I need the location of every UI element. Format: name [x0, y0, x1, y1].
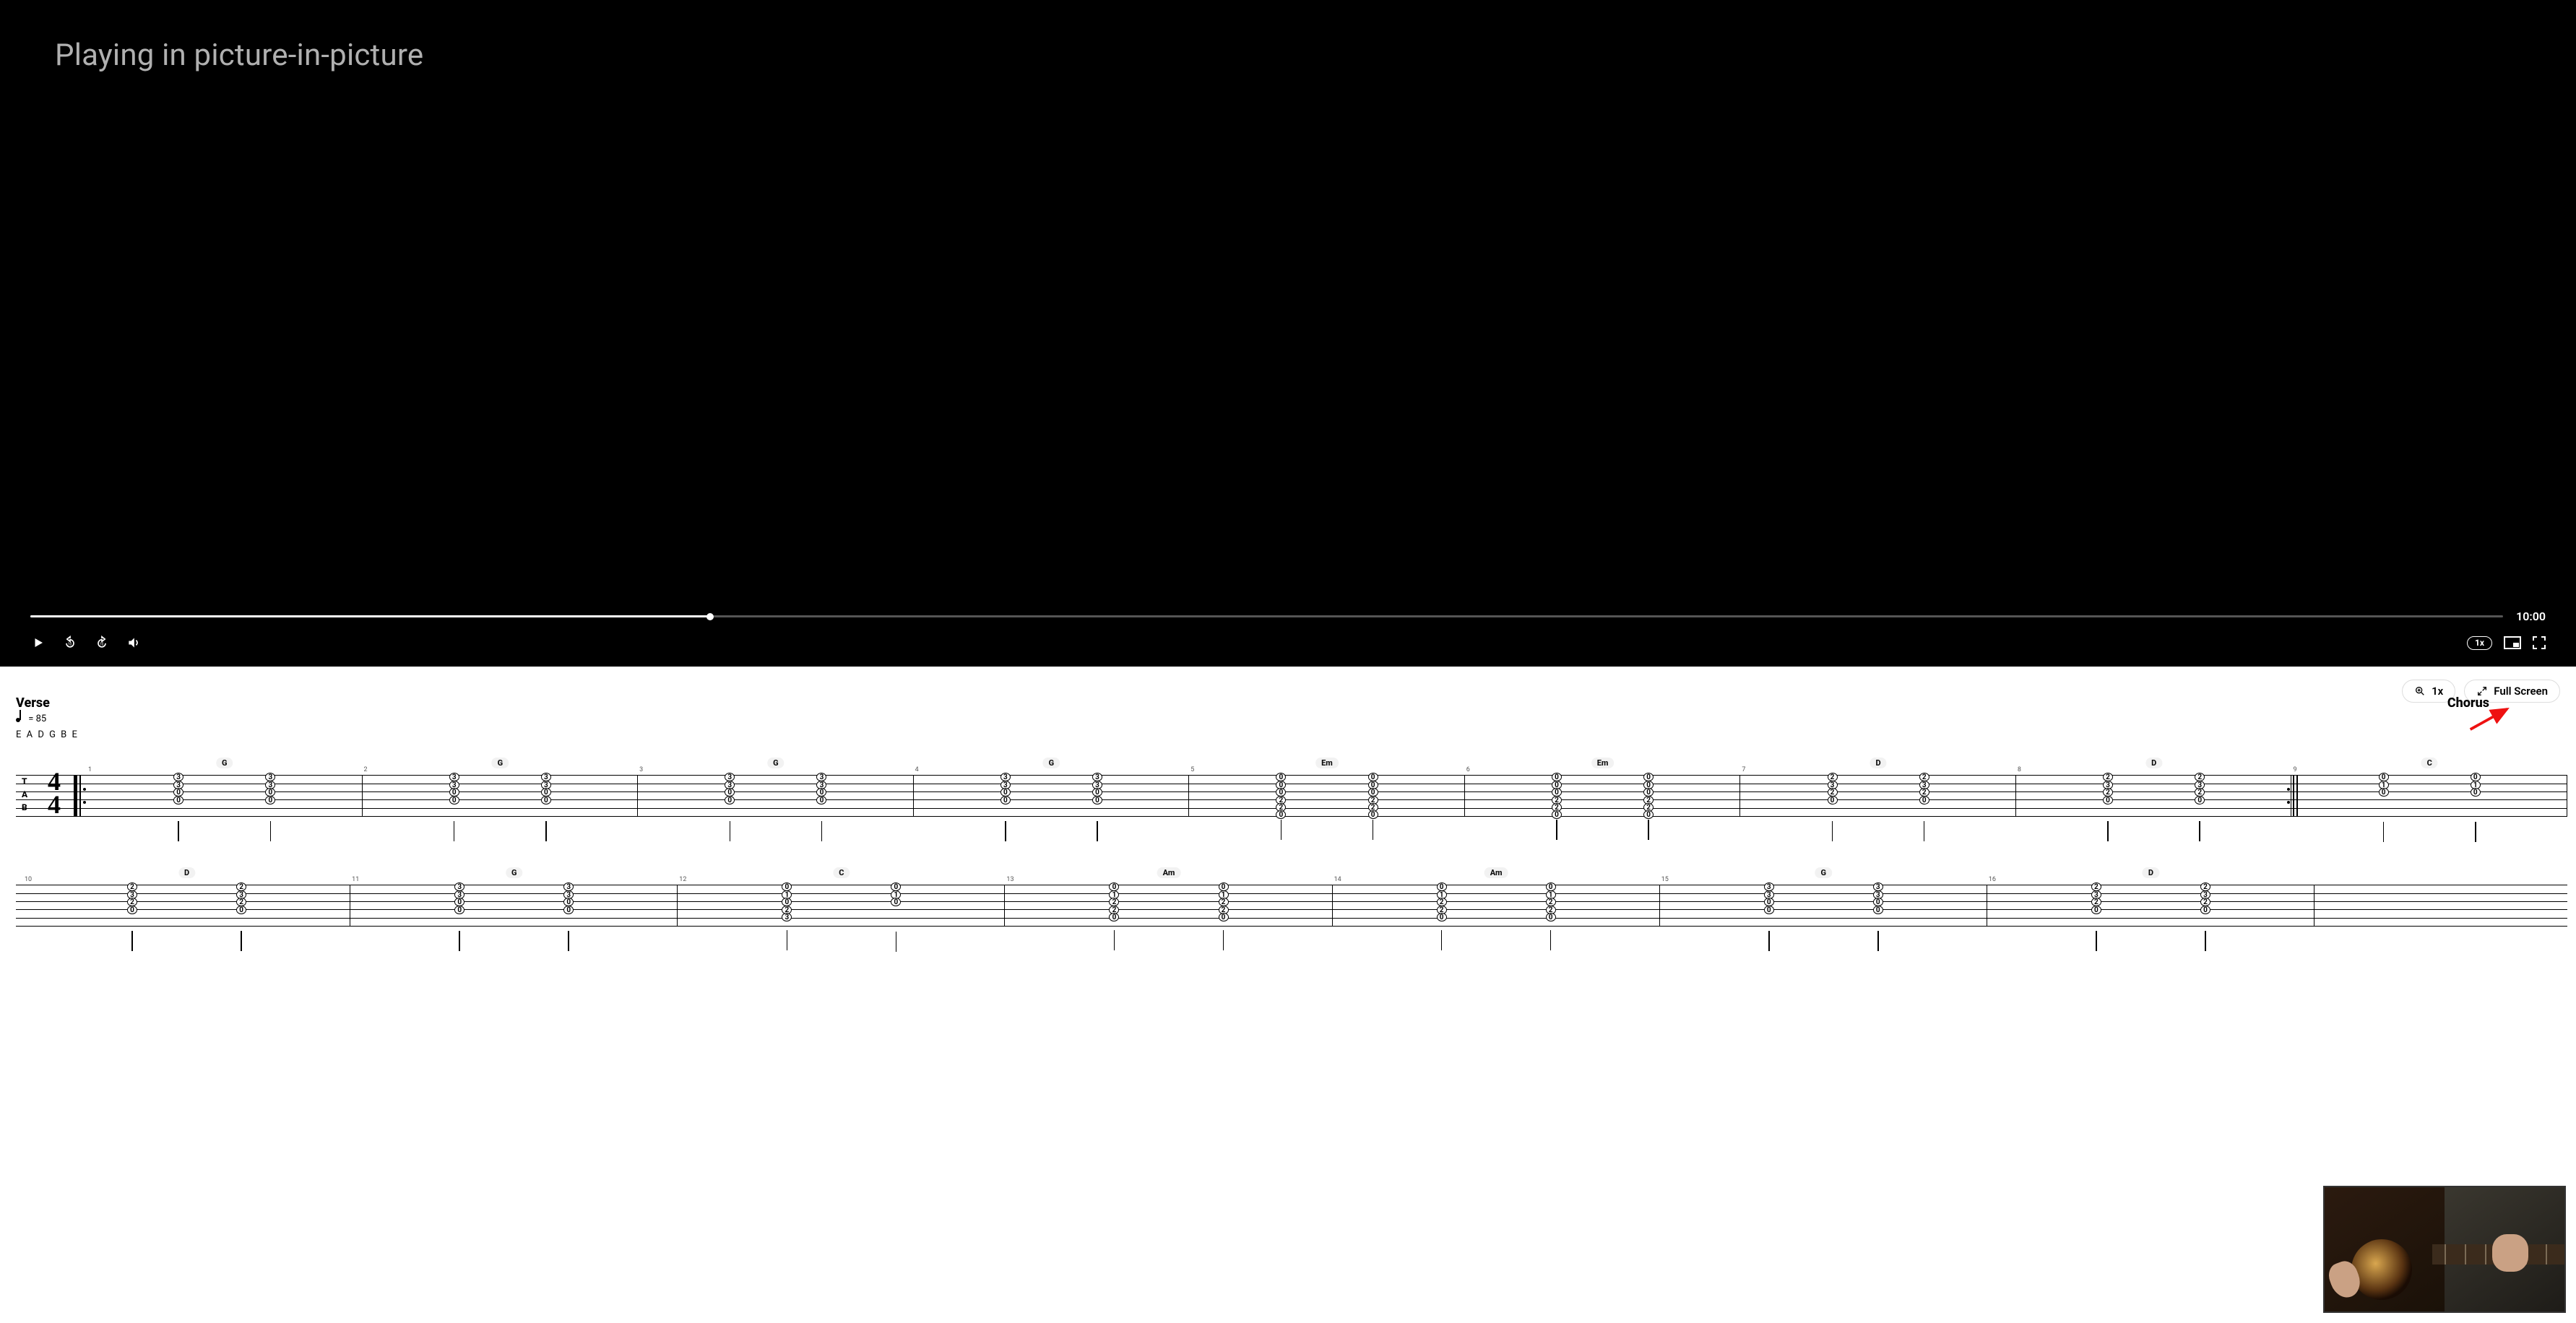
chord-column: 000220 — [1276, 773, 1286, 839]
chord-column: 3300 — [173, 773, 183, 841]
chord-column: 2320 — [1828, 773, 1838, 841]
chord-column: 3300 — [454, 882, 464, 951]
chord-label: G — [1043, 758, 1060, 768]
chord-column: 01220 — [1437, 882, 1447, 950]
chord-column: 010 — [2379, 773, 2389, 842]
chord-column: 000220 — [1368, 773, 1378, 839]
video-controls: 10:00 10 10 1x — [0, 610, 2576, 667]
tab-bar: 2G33003300 — [363, 759, 639, 824]
zoom-in-icon — [2414, 685, 2426, 697]
chord-label: G — [506, 867, 523, 878]
chord-column: 2320 — [2103, 773, 2113, 841]
forward-10-button[interactable]: 10 — [94, 635, 110, 651]
tab-bar: 7D23202320 — [1740, 759, 2016, 824]
volume-button[interactable] — [126, 635, 142, 651]
chord-label: D — [1870, 758, 1887, 768]
chord-column: 3300 — [1873, 882, 1883, 951]
tab-bar: 9C010010 — [2291, 759, 2567, 824]
progress-played — [30, 615, 710, 617]
chord-label: D — [178, 867, 195, 878]
tab-bar: 13Am0122001220 — [1005, 869, 1332, 934]
chord-column: 2320 — [2195, 773, 2205, 841]
progress-row: 10:00 — [30, 610, 2546, 623]
chord-column: 01023 — [782, 882, 792, 950]
tempo-value: = 85 — [28, 713, 46, 726]
chord-label: D — [2143, 867, 2159, 878]
tab-bar: 1G33003300 — [87, 759, 363, 824]
chord-column: 01220 — [1109, 882, 1119, 950]
pip-camera-1 — [2325, 1187, 2445, 1311]
tempo-meta: = 85 E A D G B E — [16, 713, 79, 742]
chord-column: 3300 — [1092, 773, 1102, 841]
chord-label: Em — [1315, 758, 1339, 768]
chord-label: Am — [1157, 867, 1181, 878]
tab-bar: 4G33003300 — [914, 759, 1190, 824]
tab-bar: 14Am0122001220 — [1333, 869, 1660, 934]
rewind-10-button[interactable]: 10 — [62, 635, 78, 651]
video-player: Playing in picture-in-picture 10:00 10 1… — [0, 0, 2576, 667]
tab-bar: 15G33003300 — [1660, 869, 1987, 934]
chord-label: G — [492, 758, 509, 768]
chord-label: G — [216, 758, 233, 768]
tab-row-2: 10D2320232011G3300330012C0102301013Am012… — [16, 869, 2567, 934]
tab-bar: 3G33003300 — [638, 759, 914, 824]
chord-column: 01220 — [1219, 882, 1229, 950]
chord-column: 3300 — [265, 773, 275, 841]
chord-column: 3300 — [541, 773, 551, 841]
video-total-time: 10:00 — [2516, 610, 2546, 623]
pip-toggle-button[interactable] — [2504, 636, 2521, 649]
pip-camera-2 — [2445, 1187, 2564, 1311]
tab-bar: 8D23202320 — [2016, 759, 2292, 824]
tab-bar: 10D23202320 — [23, 869, 350, 934]
tab-bar: 11G33003300 — [350, 869, 678, 934]
play-button[interactable] — [30, 635, 46, 651]
chord-column: 2320 — [2200, 882, 2210, 951]
playback-speed-button[interactable]: 1x — [2467, 636, 2492, 650]
section-label-verse: Verse — [16, 695, 50, 711]
chord-column: 2320 — [2091, 882, 2101, 951]
chord-column: 2320 — [1919, 773, 1929, 841]
chord-label: G — [1815, 867, 1833, 878]
quarter-note-icon — [16, 718, 20, 722]
chord-column: 01220 — [1546, 882, 1556, 950]
svg-text:10: 10 — [100, 643, 104, 647]
chord-label: G — [767, 758, 785, 768]
tuning-text: E A D G B E — [16, 729, 79, 742]
chord-column: 010 — [2471, 773, 2481, 842]
chord-column: 3300 — [1000, 773, 1011, 841]
fullscreen-label: Full Screen — [2494, 685, 2548, 698]
chord-column: 3300 — [1764, 882, 1774, 951]
progress-thumb[interactable] — [706, 613, 714, 620]
tab-bar: 6Em000220000220 — [1465, 759, 1741, 824]
chord-label: C — [833, 867, 850, 878]
chord-label: Am — [1484, 867, 1508, 878]
chord-column: 010 — [891, 882, 901, 952]
chord-column: 3300 — [725, 773, 735, 841]
video-fullscreen-button[interactable] — [2533, 636, 2546, 649]
chord-column: 3300 — [449, 773, 459, 841]
chord-label: D — [2145, 758, 2162, 768]
chord-column: 3300 — [563, 882, 574, 951]
section-label-chorus: Chorus — [2447, 695, 2489, 711]
chord-label: Em — [1591, 758, 1615, 768]
tab-bar: 12C01023010 — [678, 869, 1005, 934]
zoom-label: 1x — [2432, 685, 2443, 698]
chord-column: 000220 — [1552, 773, 1562, 839]
chord-label: C — [2421, 758, 2438, 768]
tab-row-1: TAB 44 1G330033002G330033003G330033004G3… — [16, 759, 2567, 824]
svg-text:10: 10 — [68, 643, 72, 647]
chord-column: 2320 — [127, 882, 137, 951]
tab-bar: 5Em000220000220 — [1189, 759, 1465, 824]
tab-sheet: 1x Full Screen Verse Chorus = 85 E A D G… — [0, 667, 2576, 1323]
chord-column: 3300 — [816, 773, 826, 841]
pip-video[interactable] — [2323, 1186, 2566, 1313]
progress-track[interactable] — [30, 615, 2503, 617]
chord-column: 2320 — [236, 882, 246, 951]
chord-column: 000220 — [1643, 773, 1654, 839]
pip-overlay-text: Playing in picture-in-picture — [0, 0, 2576, 610]
tab-bar: 16D23202320 — [1987, 869, 2314, 934]
